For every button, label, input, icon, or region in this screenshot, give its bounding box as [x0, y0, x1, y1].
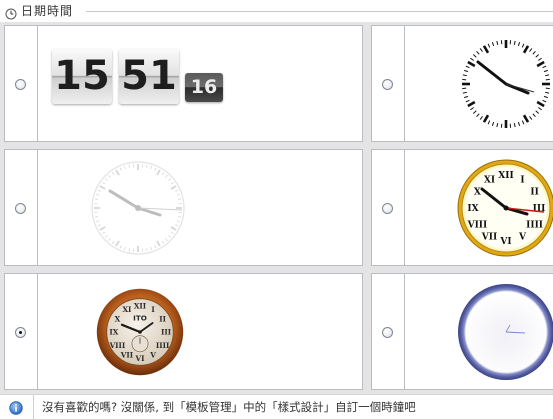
roman-numeral: V	[518, 233, 527, 243]
dial-brand-text: ITO	[133, 313, 147, 322]
faded-gray-clock-face	[91, 161, 185, 255]
roman-gold-clock-preview: XII I II III IIII V VI VII VIII IX X XI	[405, 150, 553, 265]
footer-hint-text: 沒有喜歡的嗎? 沒關係, 到「模板管理」中的「樣式設計」自訂一個時鐘吧	[42, 400, 416, 414]
clock-style-grid: 15 51 16 XII I II III IIII V VI VII VIII…	[0, 22, 553, 394]
clock-option-wooden-roman[interactable]: XII I II III IIII V VI VII VIII IX X XI ITO	[4, 273, 363, 390]
roman-numeral: IX	[467, 204, 478, 214]
roman-numeral: XI	[484, 175, 495, 185]
roman-numeral: II	[530, 188, 538, 198]
section-header: 日期時間	[0, 0, 553, 22]
flip-seconds: 16	[185, 73, 223, 102]
roman-numeral: X	[474, 188, 481, 198]
info-icon	[9, 400, 23, 419]
section-title: 日期時間	[21, 4, 74, 18]
classic-black-clock-face	[462, 40, 550, 128]
roman-numeral: V	[149, 350, 156, 359]
footer-hint-bar: 沒有喜歡的嗎? 沒關係, 到「模板管理」中的「樣式設計」自訂一個時鐘吧	[0, 394, 553, 419]
clock-option-roman-gold[interactable]: XII I II III IIII V VI VII VIII IX X XI	[371, 149, 553, 266]
blue-ring-clock-preview	[405, 274, 553, 389]
radio-blue-ring[interactable]	[382, 327, 393, 338]
classic-black-clock-preview	[405, 26, 553, 141]
roman-numeral: VI	[135, 354, 146, 363]
roman-numeral: VIII	[467, 221, 488, 231]
roman-numeral: XI	[122, 305, 132, 314]
clock-option-blue-ring[interactable]	[371, 273, 553, 390]
clock-option-classic-black[interactable]	[371, 25, 553, 142]
clock-option-faded-gray[interactable]	[4, 149, 363, 266]
flip-hours: 15	[52, 49, 112, 104]
roman-numeral: VII	[481, 233, 497, 243]
roman-numeral: XII	[498, 171, 513, 181]
roman-numeral: IIII	[156, 341, 170, 350]
radio-wooden-roman[interactable]	[15, 327, 26, 338]
wooden-roman-clock-preview: XII I II III IIII V VI VII VIII IX X XI ITO	[38, 274, 362, 389]
flip-minutes: 51	[119, 49, 179, 104]
roman-numeral: VII	[120, 350, 134, 359]
faded-gray-clock-preview	[38, 150, 362, 265]
radio-roman-gold[interactable]	[382, 203, 393, 214]
roman-numeral: XII	[134, 302, 147, 311]
wooden-roman-clock-face: XII IIIIIIIIIIVVIVIIVIIIIXXXI ITO	[96, 288, 184, 376]
roman-gold-clock-face: XII IIIIIIIIIIVVIVIIVIIIIXXXI	[457, 159, 553, 257]
flip-clock-preview: 15 51 16	[38, 26, 362, 141]
roman-numeral: IIII	[526, 221, 543, 231]
clock-option-flip-digital[interactable]: 15 51 16	[4, 25, 363, 142]
roman-numeral: IX	[109, 328, 118, 337]
roman-numeral: X	[115, 315, 121, 324]
roman-numeral: VIII	[109, 341, 126, 350]
radio-classic-black[interactable]	[382, 79, 393, 90]
blue-ring-clock-face	[458, 284, 553, 380]
radio-flip-digital[interactable]	[15, 79, 26, 90]
roman-numeral: II	[159, 315, 166, 324]
section-divider	[86, 11, 553, 12]
radio-faded-gray[interactable]	[15, 203, 26, 214]
roman-numeral: VI	[499, 237, 511, 247]
roman-numeral: I	[520, 175, 524, 185]
roman-numeral: III	[161, 328, 172, 337]
